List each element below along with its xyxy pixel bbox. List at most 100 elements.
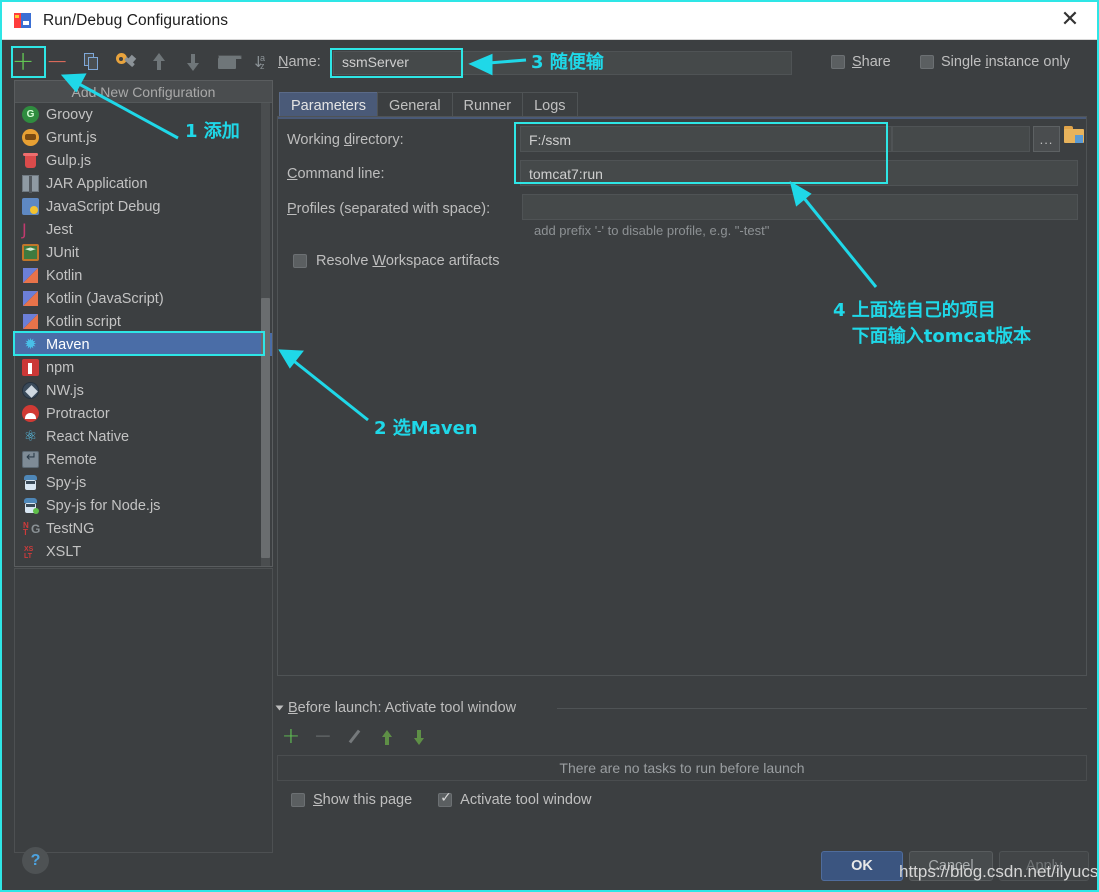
folder-icon	[218, 55, 242, 69]
list-item[interactable]: Remote	[15, 448, 272, 471]
activate-tool-window-checkbox[interactable]	[438, 790, 453, 807]
list-item[interactable]: Kotlin (JavaScript)	[15, 287, 272, 310]
edit-task-button[interactable]	[347, 728, 363, 746]
list-item-label: Remote	[46, 451, 97, 468]
list-item[interactable]: Spy-js	[15, 471, 272, 494]
share-label: Share	[852, 54, 891, 70]
xslt-icon: XS LT	[24, 546, 34, 560]
list-item[interactable]: Protractor	[15, 402, 272, 425]
working-directory-input-right[interactable]	[892, 126, 1030, 152]
list-item-label: JAR Application	[46, 175, 148, 192]
sort-az-icon: ↓ a z	[252, 53, 266, 71]
share-checkbox[interactable]	[831, 55, 845, 69]
list-item[interactable]: ⚛ React Native	[15, 425, 272, 448]
working-directory-label: Working directory:	[287, 132, 404, 148]
single-instance-checkbox-row[interactable]: Single instance only	[920, 54, 1070, 70]
tab-general[interactable]: General	[376, 92, 453, 118]
list-item-label: Gulp.js	[46, 152, 92, 169]
annotation-1: 1 添加	[185, 121, 240, 142]
task-move-down-button[interactable]	[411, 728, 427, 746]
kotlin-icon	[22, 267, 39, 284]
ok-button[interactable]: OK	[821, 851, 903, 881]
list-item-label: TestNG	[46, 520, 95, 537]
list-item[interactable]: ✹ Maven	[15, 333, 272, 356]
help-icon[interactable]: ?	[22, 847, 49, 874]
list-item-label: Spy-js	[46, 474, 87, 491]
collapse-triangle-icon[interactable]	[275, 705, 284, 711]
list-item[interactable]: N T G TestNG	[15, 517, 272, 540]
list-item[interactable]: Gulp.js	[15, 149, 272, 172]
title-bar: Run/Debug Configurations ✕	[2, 2, 1097, 40]
spy-js-node-icon	[22, 497, 39, 514]
copy-configuration-button[interactable]	[76, 47, 106, 77]
arrow-down-icon	[413, 729, 425, 745]
profiles-row: Profiles (separated with space):	[287, 201, 490, 217]
before-launch-empty-message: There are no tasks to run before launch	[277, 755, 1087, 781]
before-launch-divider	[557, 708, 1087, 709]
task-move-up-button[interactable]	[379, 728, 395, 746]
list-item-label: JUnit	[46, 244, 80, 261]
list-item[interactable]: Kotlin script	[15, 310, 272, 333]
single-instance-checkbox[interactable]	[920, 55, 934, 69]
maven-icon: ✹	[24, 335, 37, 353]
list-item[interactable]: npm	[15, 356, 272, 379]
activate-tool-window-row[interactable]: Activate tool window	[438, 790, 592, 808]
tab-parameters[interactable]: Parameters	[279, 92, 378, 118]
browse-button[interactable]: ...	[1033, 126, 1060, 152]
profiles-input[interactable]	[522, 194, 1078, 220]
configurations-tree-panel[interactable]	[14, 568, 273, 853]
highlight-add-button	[11, 46, 46, 78]
watermark: https://blog.csdn.net/ilyucs	[899, 862, 1099, 881]
list-scrollbar-thumb[interactable]	[261, 298, 270, 558]
list-item[interactable]: XS LT XSLT	[15, 540, 272, 563]
sort-configurations-button[interactable]: ↓ a z	[246, 47, 276, 77]
testng-icon: NTG	[23, 521, 41, 537]
tab-runner[interactable]: Runner	[451, 92, 524, 118]
working-directory-input[interactable]: F:/ssm	[520, 126, 892, 152]
open-folder-icon[interactable]	[1064, 126, 1084, 143]
annotation-3: 3 随便输	[531, 52, 604, 73]
list-item[interactable]: JAR Application	[15, 172, 272, 195]
highlight-name-field	[330, 48, 463, 78]
list-item[interactable]: J Jest	[15, 218, 272, 241]
resolve-workspace-checkbox[interactable]	[293, 254, 307, 268]
list-item-label: Kotlin (JavaScript)	[46, 290, 164, 307]
move-down-button[interactable]	[178, 47, 208, 77]
show-this-page-checkbox[interactable]	[291, 793, 305, 807]
kotlin-icon	[22, 290, 39, 307]
tab-logs[interactable]: Logs	[522, 92, 578, 118]
annotation-2: 2 选Maven	[374, 418, 478, 439]
list-item-label: NW.js	[46, 382, 84, 399]
show-this-page-row[interactable]: Show this page	[291, 792, 412, 808]
move-into-folder-button[interactable]	[212, 47, 242, 77]
add-new-configuration-popup: Add New Configuration G Groovy Grunt.js Gul…	[14, 80, 273, 567]
remove-configuration-button[interactable]: −	[42, 47, 72, 77]
before-launch-toolbar: + −	[282, 724, 427, 749]
move-up-button[interactable]	[144, 47, 174, 77]
grunt-icon	[22, 129, 39, 146]
command-line-row: Command line:	[287, 166, 385, 182]
minus-icon: −	[313, 724, 333, 749]
edit-templates-button[interactable]	[110, 47, 140, 77]
command-line-input[interactable]: tomcat7:run	[520, 160, 1078, 186]
spy-js-icon	[22, 474, 39, 491]
list-item-label: Groovy	[46, 106, 93, 123]
list-item[interactable]: Spy-js for Node.js	[15, 494, 272, 517]
list-item[interactable]: JUnit	[15, 241, 272, 264]
wrench-icon	[115, 53, 136, 71]
list-item[interactable]: Kotlin	[15, 264, 272, 287]
configuration-type-list[interactable]: G Groovy Grunt.js Gulp.js JAR Application Jav…	[15, 103, 272, 566]
remove-task-button[interactable]: −	[313, 724, 333, 749]
protractor-icon	[22, 405, 39, 422]
groovy-icon: G	[22, 106, 39, 123]
jest-icon: J	[22, 220, 27, 239]
close-icon[interactable]: ✕	[1057, 8, 1083, 34]
list-item[interactable]: JavaScript Debug	[15, 195, 272, 218]
before-launch-header[interactable]: Before launch: Activate tool window	[275, 700, 516, 716]
add-task-button[interactable]: +	[282, 726, 300, 748]
list-item[interactable]: NW.js	[15, 379, 272, 402]
share-checkbox-row[interactable]: Share	[831, 54, 891, 70]
profiles-hint: add prefix '-' to disable profile, e.g. …	[534, 223, 770, 238]
name-label: Name:	[278, 54, 321, 70]
resolve-workspace-row[interactable]: Resolve Workspace artifacts	[293, 253, 500, 269]
